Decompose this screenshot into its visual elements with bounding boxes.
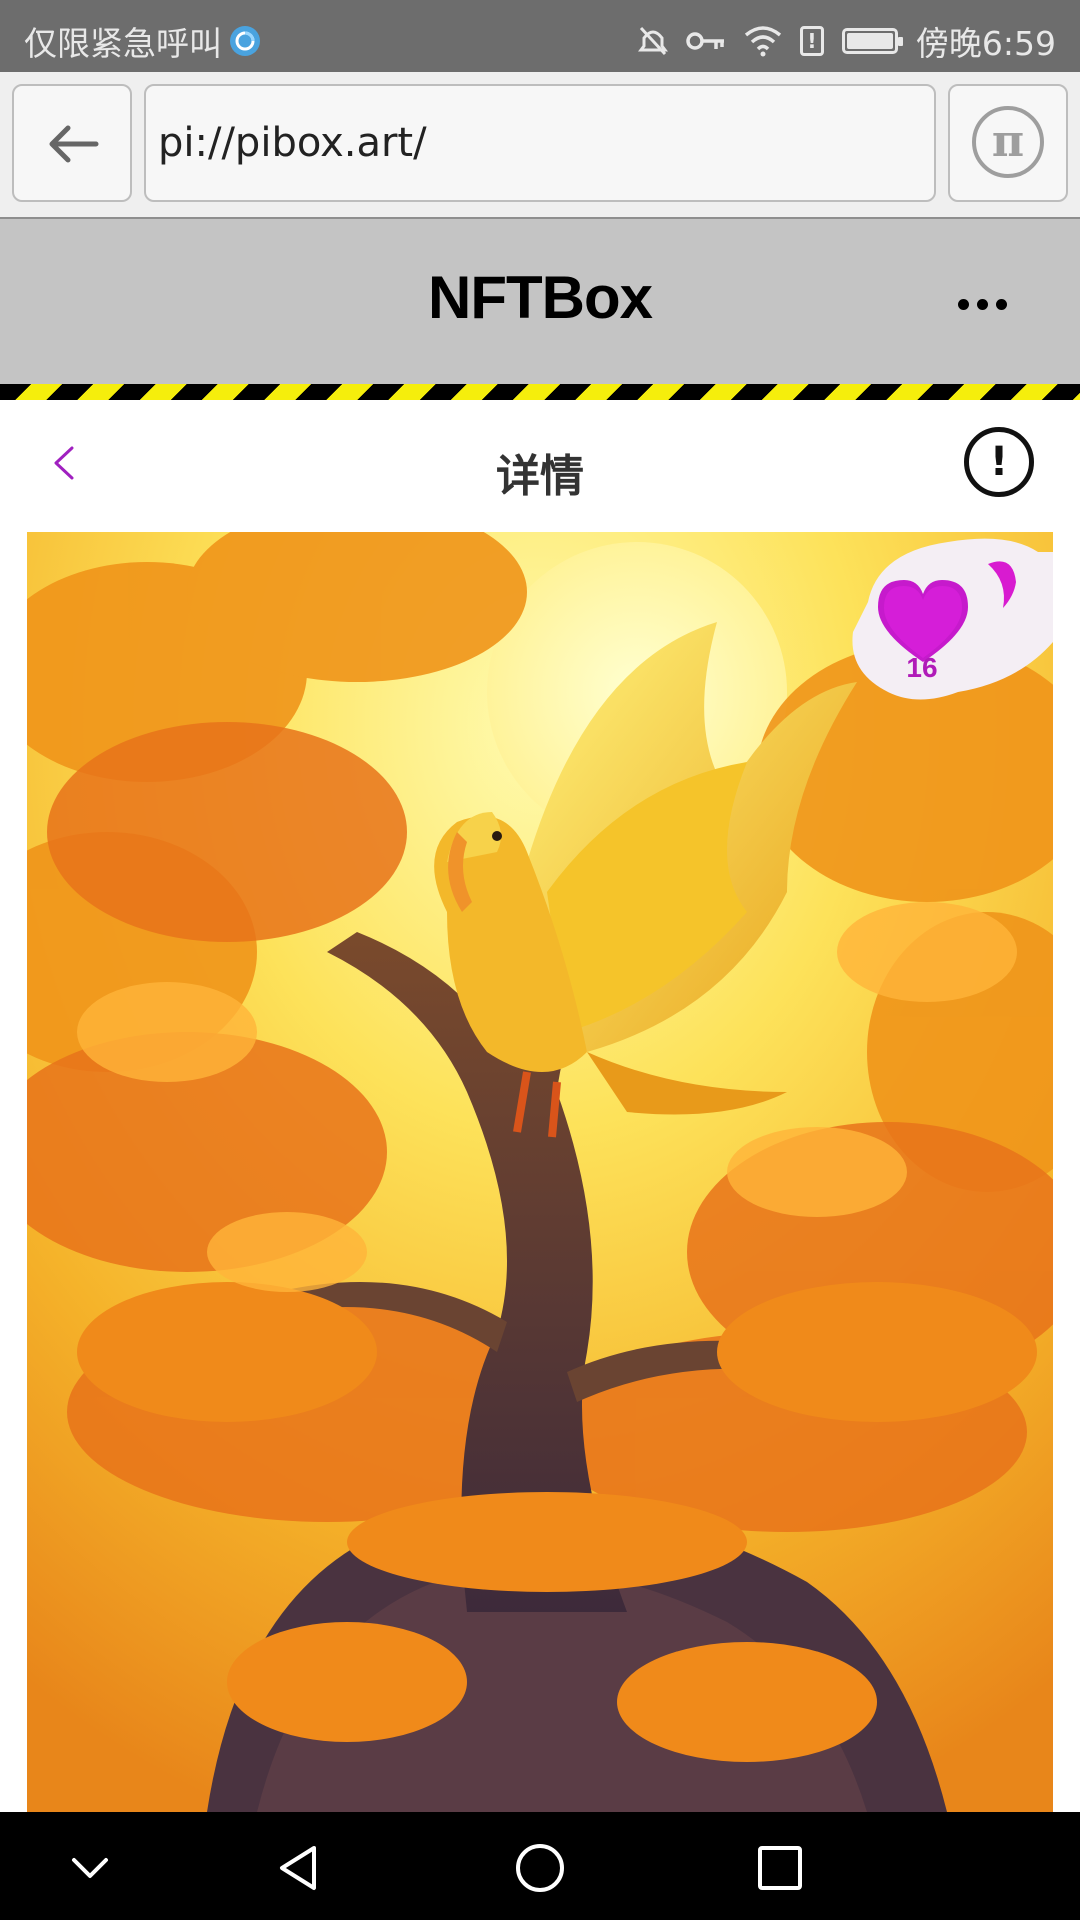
- info-icon[interactable]: !: [964, 427, 1034, 497]
- alert-icon: !: [799, 26, 824, 56]
- carrier-text: 仅限紧急呼叫: [24, 24, 222, 63]
- mute-icon: [637, 26, 668, 56]
- time-text: 傍晚6:59: [915, 24, 1056, 63]
- wifi-icon: [744, 26, 782, 57]
- page-title-row: 详情 !: [0, 400, 1080, 530]
- back-triangle-icon[interactable]: [274, 1842, 326, 1894]
- hd-voice-icon: [230, 26, 260, 56]
- status-bar: 仅限紧急呼叫 ! 傍晚6:59: [0, 0, 1080, 72]
- pi-logo-icon: π: [972, 106, 1044, 178]
- browser-back-button[interactable]: [12, 84, 132, 202]
- browser-toolbar: pi://pibox.art/ π: [0, 72, 1080, 219]
- page-title: 详情: [496, 451, 584, 502]
- nft-artwork-image[interactable]: [27, 532, 1053, 1812]
- like-button[interactable]: [838, 532, 1053, 702]
- system-nav-bar: [0, 1812, 1080, 1920]
- app-title: NFTBox: [428, 264, 653, 331]
- hazard-stripe: [0, 384, 1080, 400]
- battery-icon: [841, 28, 903, 54]
- app-header: NFTBox: [0, 219, 1080, 384]
- like-count: 16: [906, 652, 938, 683]
- url-text: pi://pibox.art/: [158, 120, 427, 166]
- status-left: 仅限紧急呼叫: [24, 17, 262, 65]
- status-right: ! 傍晚6:59: [637, 17, 1056, 65]
- hide-icon[interactable]: [64, 1842, 116, 1894]
- home-circle-icon[interactable]: [514, 1842, 566, 1894]
- more-dots-icon[interactable]: [958, 299, 1007, 310]
- pi-browser-button[interactable]: π: [948, 84, 1068, 202]
- phoenix-tree-illustration: [27, 532, 1053, 1812]
- arrow-left-icon: [49, 125, 99, 163]
- url-field[interactable]: pi://pibox.art/: [144, 84, 936, 202]
- recents-square-icon[interactable]: [754, 1842, 806, 1894]
- key-icon: [686, 32, 724, 50]
